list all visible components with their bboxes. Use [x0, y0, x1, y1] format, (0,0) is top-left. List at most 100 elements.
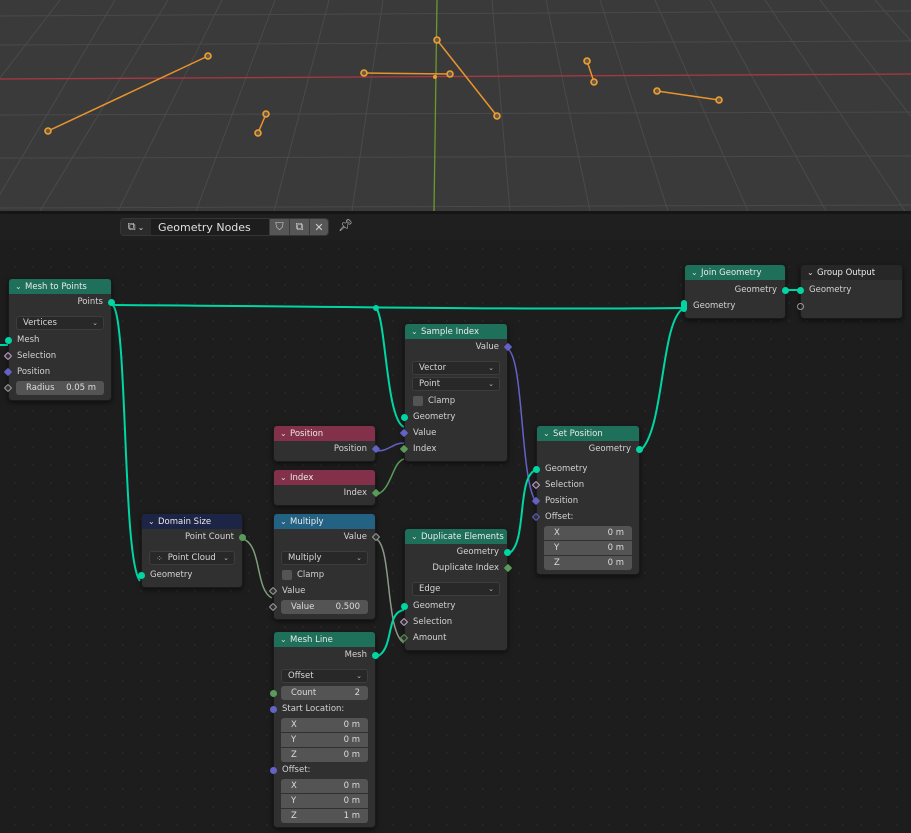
count-field[interactable]: Count 2 [281, 686, 368, 700]
collapse-chevron-icon[interactable]: ⌄ [280, 429, 290, 438]
socket-label: Points [77, 297, 103, 307]
component-dropdown[interactable]: ⁘ Point Cloud ⌄ [149, 551, 235, 565]
collapse-chevron-icon[interactable]: ⌄ [807, 268, 817, 277]
node-header[interactable]: ⌄ Mesh to Points [9, 279, 111, 294]
domain-dropdown[interactable]: Point ⌄ [412, 377, 500, 391]
socket-geometry-out[interactable] [108, 298, 115, 306]
clamp-checkbox[interactable] [282, 570, 292, 580]
socket-geometry-in[interactable] [533, 465, 540, 473]
clamp-checkbox[interactable] [413, 396, 423, 406]
socket-geometry-in[interactable] [401, 602, 408, 610]
viewport-canvas[interactable] [0, 0, 911, 211]
node-header[interactable]: ⌄ Sample Index [405, 324, 507, 339]
offset-x-field[interactable]: X 0 m [281, 779, 368, 793]
field-label: X [291, 720, 297, 730]
radius-field[interactable]: Radius 0.05 m [16, 381, 104, 395]
socket-label: Selection [17, 351, 57, 361]
input-geometry: Geometry [533, 461, 639, 477]
data-type-dropdown[interactable]: Vector ⌄ [412, 361, 500, 375]
socket-label: Start Location: [282, 704, 345, 714]
value-field[interactable]: Value 0.500 [281, 600, 368, 614]
socket-label: Offset: [545, 512, 574, 522]
node-header[interactable]: ⌄ Position [274, 426, 375, 441]
socket-geometry-out[interactable] [782, 286, 789, 294]
socket-vector-in[interactable] [270, 705, 277, 713]
pin-button[interactable]: 📌︎ [338, 218, 354, 234]
fake-user-button[interactable]: ⛉ [269, 219, 289, 235]
node-header[interactable]: ⌄ Index [274, 470, 375, 485]
3d-viewport[interactable] [0, 0, 911, 211]
start-x-field[interactable]: X 0 m [281, 718, 368, 732]
collapse-chevron-icon[interactable]: ⌄ [280, 473, 290, 482]
field-label: Value [291, 602, 315, 612]
socket-geometry-in[interactable] [401, 413, 408, 421]
mesh-vertex [262, 110, 270, 118]
input-position: Position [3, 364, 111, 380]
offset-z-field[interactable]: Z 1 m [281, 809, 368, 823]
start-z-field[interactable]: Z 0 m [281, 748, 368, 762]
node-duplicate-elements[interactable]: ⌄ Duplicate Elements Geometry Duplicate I… [399, 528, 513, 651]
node-mesh-to-points[interactable]: ⌄ Mesh to Points Points Vertices ⌄ Mesh Se… [3, 278, 115, 401]
clamp-toggle[interactable]: Clamp [405, 393, 507, 409]
socket-vector-in[interactable] [270, 766, 277, 774]
node-header[interactable]: ⌄ Domain Size [142, 514, 242, 529]
duplicate-button[interactable]: ⧉ [289, 219, 309, 235]
node-index[interactable]: ⌄ Index Index [273, 469, 381, 506]
node-domain-size[interactable]: ⌄ Domain Size Point Count ⁘ Point Cloud ⌄ G… [138, 513, 246, 588]
socket-empty-in[interactable] [797, 302, 804, 310]
node-set-position[interactable]: ⌄ Set Position Geometry Geometry Selectio… [531, 425, 643, 575]
offset-y-field[interactable]: Y 0 m [544, 541, 632, 555]
unlink-button[interactable]: ✕ [309, 219, 328, 235]
mode-dropdown[interactable]: Offset ⌄ [281, 669, 368, 683]
node-sample-index[interactable]: ⌄ Sample Index Value Vector ⌄ Point ⌄ Clamp… [399, 323, 513, 462]
node-mesh-line[interactable]: ⌄ Mesh Line Mesh Offset ⌄ Count 2 Start Loc… [270, 631, 379, 828]
collapse-chevron-icon[interactable]: ⌄ [15, 282, 25, 291]
offset-y-field[interactable]: Y 0 m [281, 794, 368, 808]
collapse-chevron-icon[interactable]: ⌄ [280, 517, 290, 526]
node-join-geometry[interactable]: ⌄ Join Geometry Geometry Geometry [681, 264, 789, 319]
collapse-chevron-icon[interactable]: ⌄ [280, 635, 290, 644]
socket-geometry-in[interactable] [797, 286, 804, 294]
output-mesh: Mesh [274, 647, 379, 663]
dropdown-value: Multiply [288, 553, 322, 563]
socket-geometry-in[interactable] [138, 571, 145, 579]
node-title: Join Geometry [701, 267, 762, 278]
clamp-toggle[interactable]: Clamp [274, 567, 375, 583]
collapse-chevron-icon[interactable]: ⌄ [411, 327, 421, 336]
mesh-vertex [44, 127, 52, 135]
socket-geometry-out[interactable] [636, 445, 643, 453]
collapse-chevron-icon[interactable]: ⌄ [543, 429, 553, 438]
node-position[interactable]: ⌄ Position Position [273, 425, 381, 462]
node-header[interactable]: ⌄ Join Geometry [685, 265, 785, 280]
collapse-chevron-icon[interactable]: ⌄ [691, 268, 701, 277]
socket-integer-out[interactable] [239, 533, 246, 541]
collapse-chevron-icon[interactable]: ⌄ [148, 517, 158, 526]
node-group-name-field[interactable]: Geometry Nodes [151, 219, 269, 235]
node-group-output[interactable]: ⌄ Group Output Geometry [797, 264, 903, 319]
socket-geometry-out[interactable] [504, 548, 511, 556]
field-label: Y [291, 796, 297, 806]
start-y-field[interactable]: Y 0 m [281, 733, 368, 747]
collapse-chevron-icon[interactable]: ⌄ [411, 532, 421, 541]
node-header[interactable]: ⌄ Group Output [801, 265, 902, 280]
operation-dropdown[interactable]: Multiply ⌄ [281, 551, 368, 565]
socket-label: Geometry [413, 412, 456, 422]
offset-x-field[interactable]: X 0 m [544, 526, 632, 540]
node-header[interactable]: ⌄ Duplicate Elements [405, 529, 507, 544]
mesh-vertex [446, 70, 454, 78]
socket-integer-in[interactable] [270, 689, 277, 697]
node-multiply[interactable]: ⌄ Multiply Value Multiply ⌄ Clamp Value Va… [268, 513, 381, 620]
mode-dropdown[interactable]: Vertices ⌄ [16, 316, 104, 330]
offset-z-field[interactable]: Z 0 m [544, 556, 632, 570]
socket-label: Position [17, 367, 51, 377]
node-header[interactable]: ⌄ Multiply [274, 514, 375, 529]
shield-icon: ⛉ [275, 220, 284, 233]
node-header[interactable]: ⌄ Mesh Line [274, 632, 375, 647]
node-header[interactable]: ⌄ Set Position [537, 426, 639, 441]
socket-geometry-multi-in[interactable] [681, 300, 687, 312]
output-value: Value [274, 529, 381, 545]
browse-node-group-button[interactable]: ⧉ ⌄ [121, 219, 151, 235]
socket-geometry-in[interactable] [5, 336, 12, 344]
domain-dropdown[interactable]: Edge ⌄ [412, 582, 500, 596]
socket-geometry-out[interactable] [372, 651, 379, 659]
